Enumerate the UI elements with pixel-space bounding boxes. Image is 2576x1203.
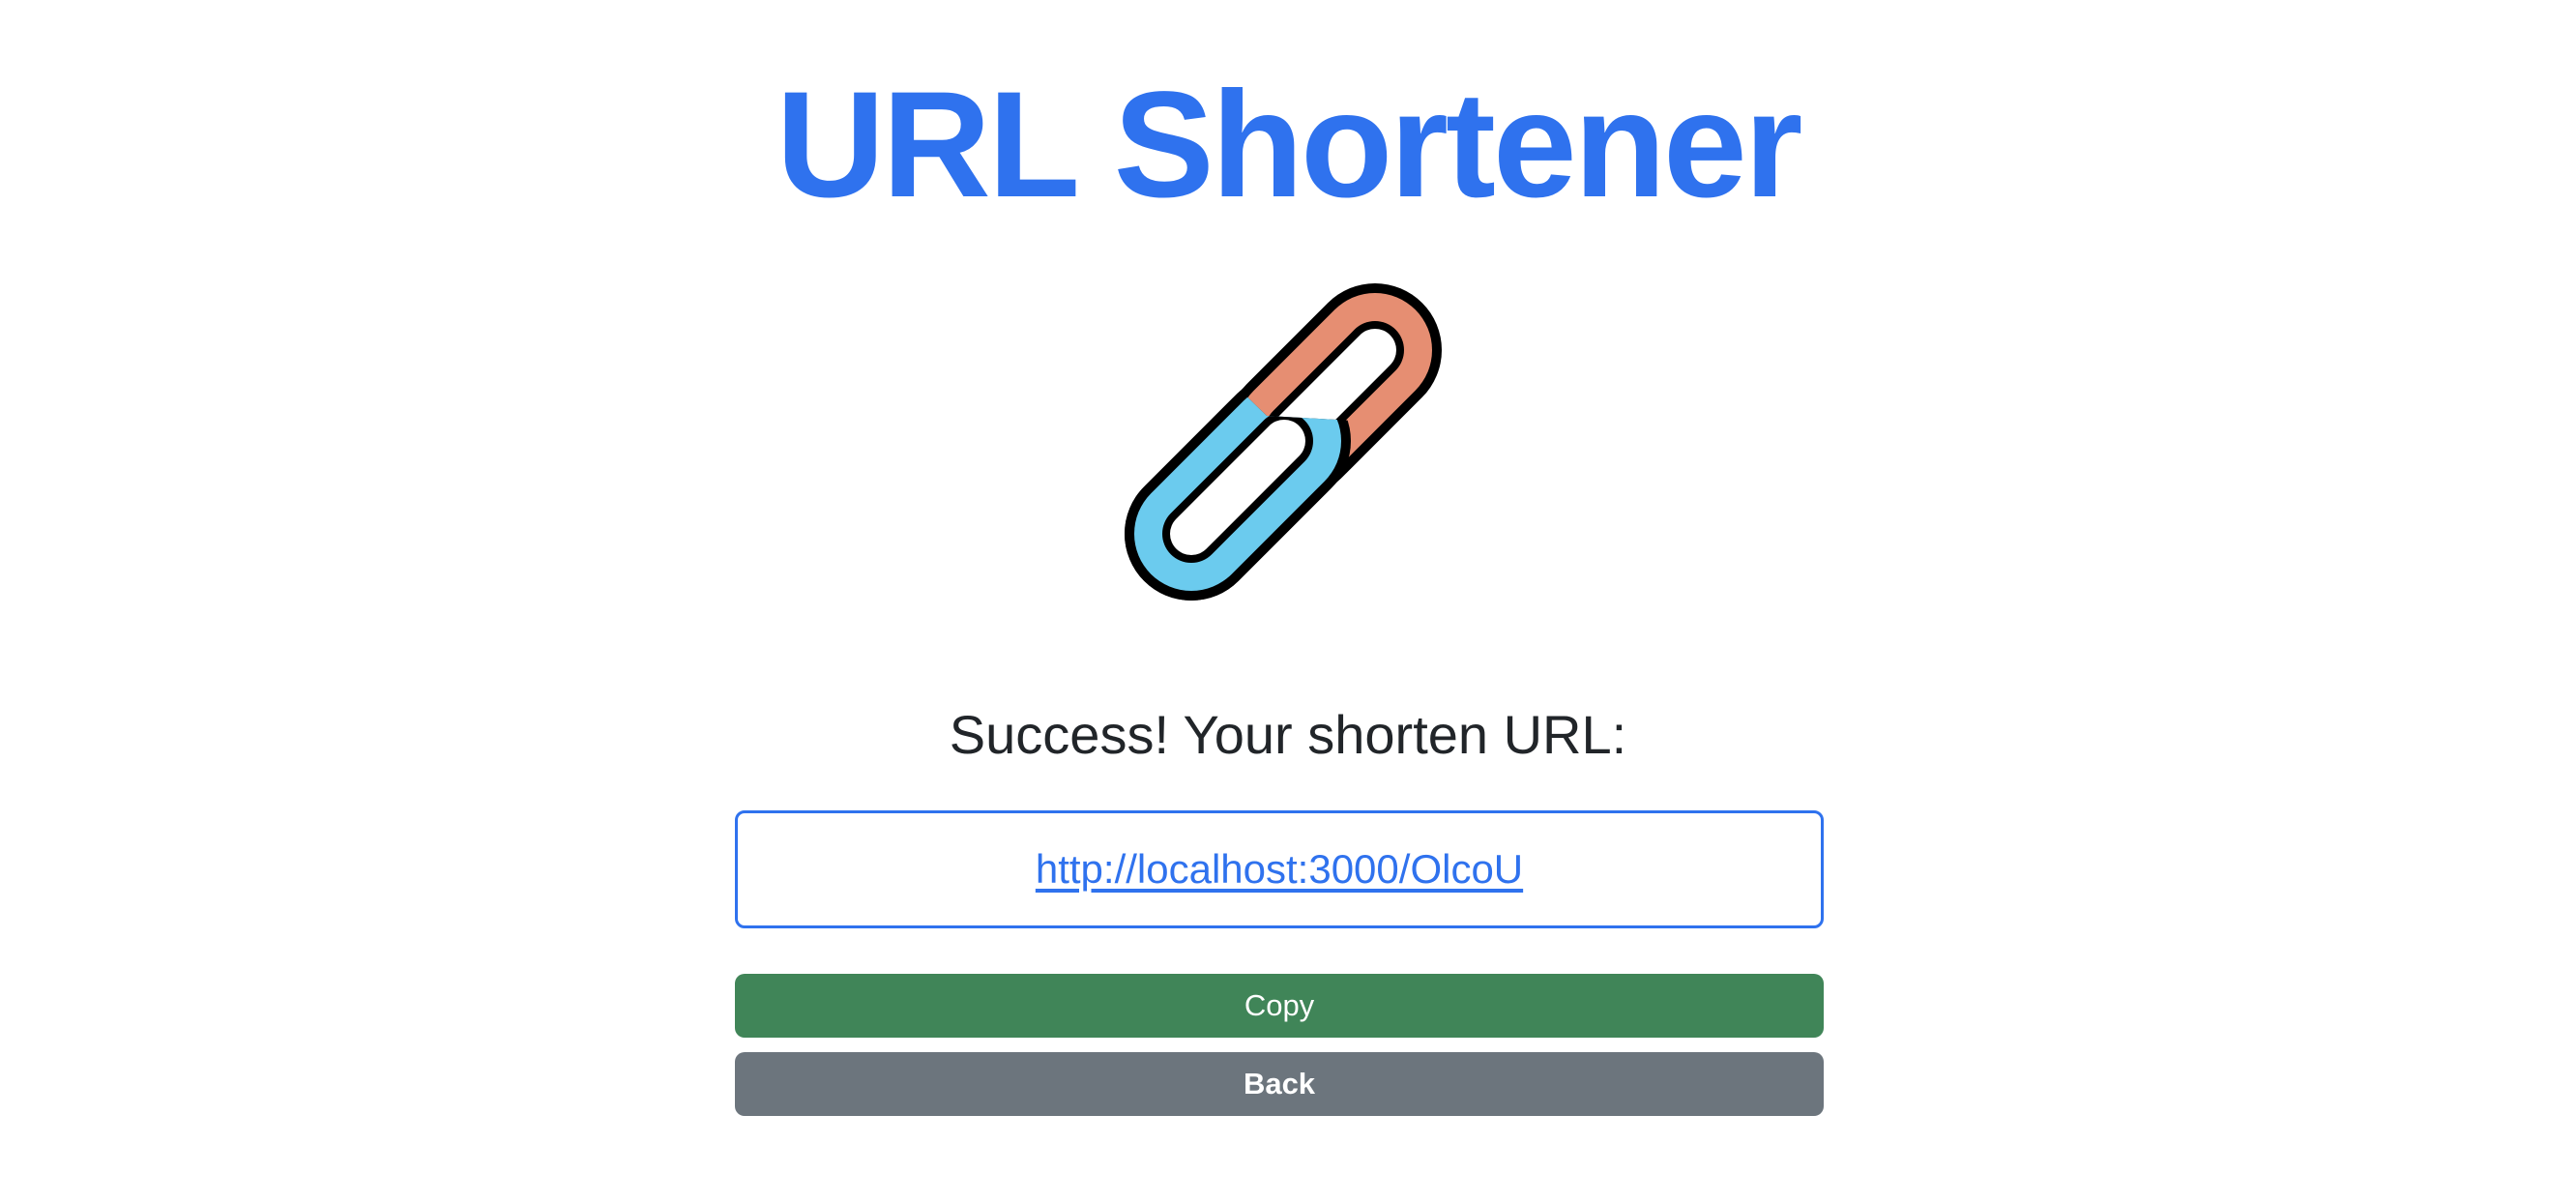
page: URL Shortener Success! Your shorten URL:… xyxy=(0,0,2576,1203)
chain-link-icon xyxy=(1093,247,1479,633)
success-message: Success! Your shorten URL: xyxy=(949,704,1627,765)
link-left-front xyxy=(1125,374,1351,601)
copy-button[interactable]: Copy xyxy=(735,974,1824,1038)
back-button[interactable]: Back xyxy=(735,1052,1824,1116)
short-url-box: http://localhost:3000/OlcoU xyxy=(735,810,1824,928)
short-url-link[interactable]: http://localhost:3000/OlcoU xyxy=(1036,846,1523,893)
page-title: URL Shortener xyxy=(776,61,1803,229)
